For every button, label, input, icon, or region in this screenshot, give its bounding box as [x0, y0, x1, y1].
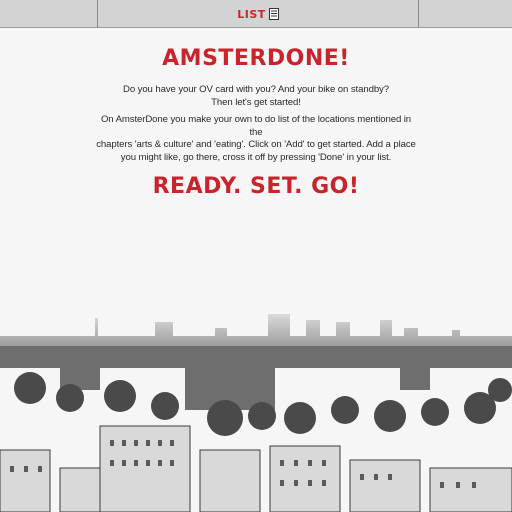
intro-paragraph: Do you have your OV card with you? And y…: [96, 84, 416, 109]
nav-segment-left[interactable]: [0, 0, 97, 28]
instructions-line-3: you might like, go there, cross it off b…: [120, 151, 392, 163]
amsterdam-skyline-image: [0, 300, 512, 512]
instructions-paragraph: On AmsterDone you make your own to do li…: [96, 114, 416, 164]
ready-set-go-heading: READY. SET. GO!: [152, 174, 360, 199]
document-list-icon: [268, 5, 279, 24]
instructions-line-1: On AmsterDone you make your own to do li…: [100, 114, 412, 138]
intro-line-1: Do you have your OV card with you? And y…: [123, 84, 389, 95]
top-navigation-bar: LIST: [0, 0, 512, 28]
list-label: LIST: [237, 7, 266, 21]
list-button[interactable]: LIST: [97, 0, 418, 28]
instructions-line-2: chapters 'arts & culture' and 'eating'. …: [96, 139, 416, 151]
nav-segment-right[interactable]: [418, 0, 512, 28]
intro-line-2: Then let's get started!: [211, 96, 301, 108]
page-title: AMSTERDONE!: [162, 46, 350, 71]
